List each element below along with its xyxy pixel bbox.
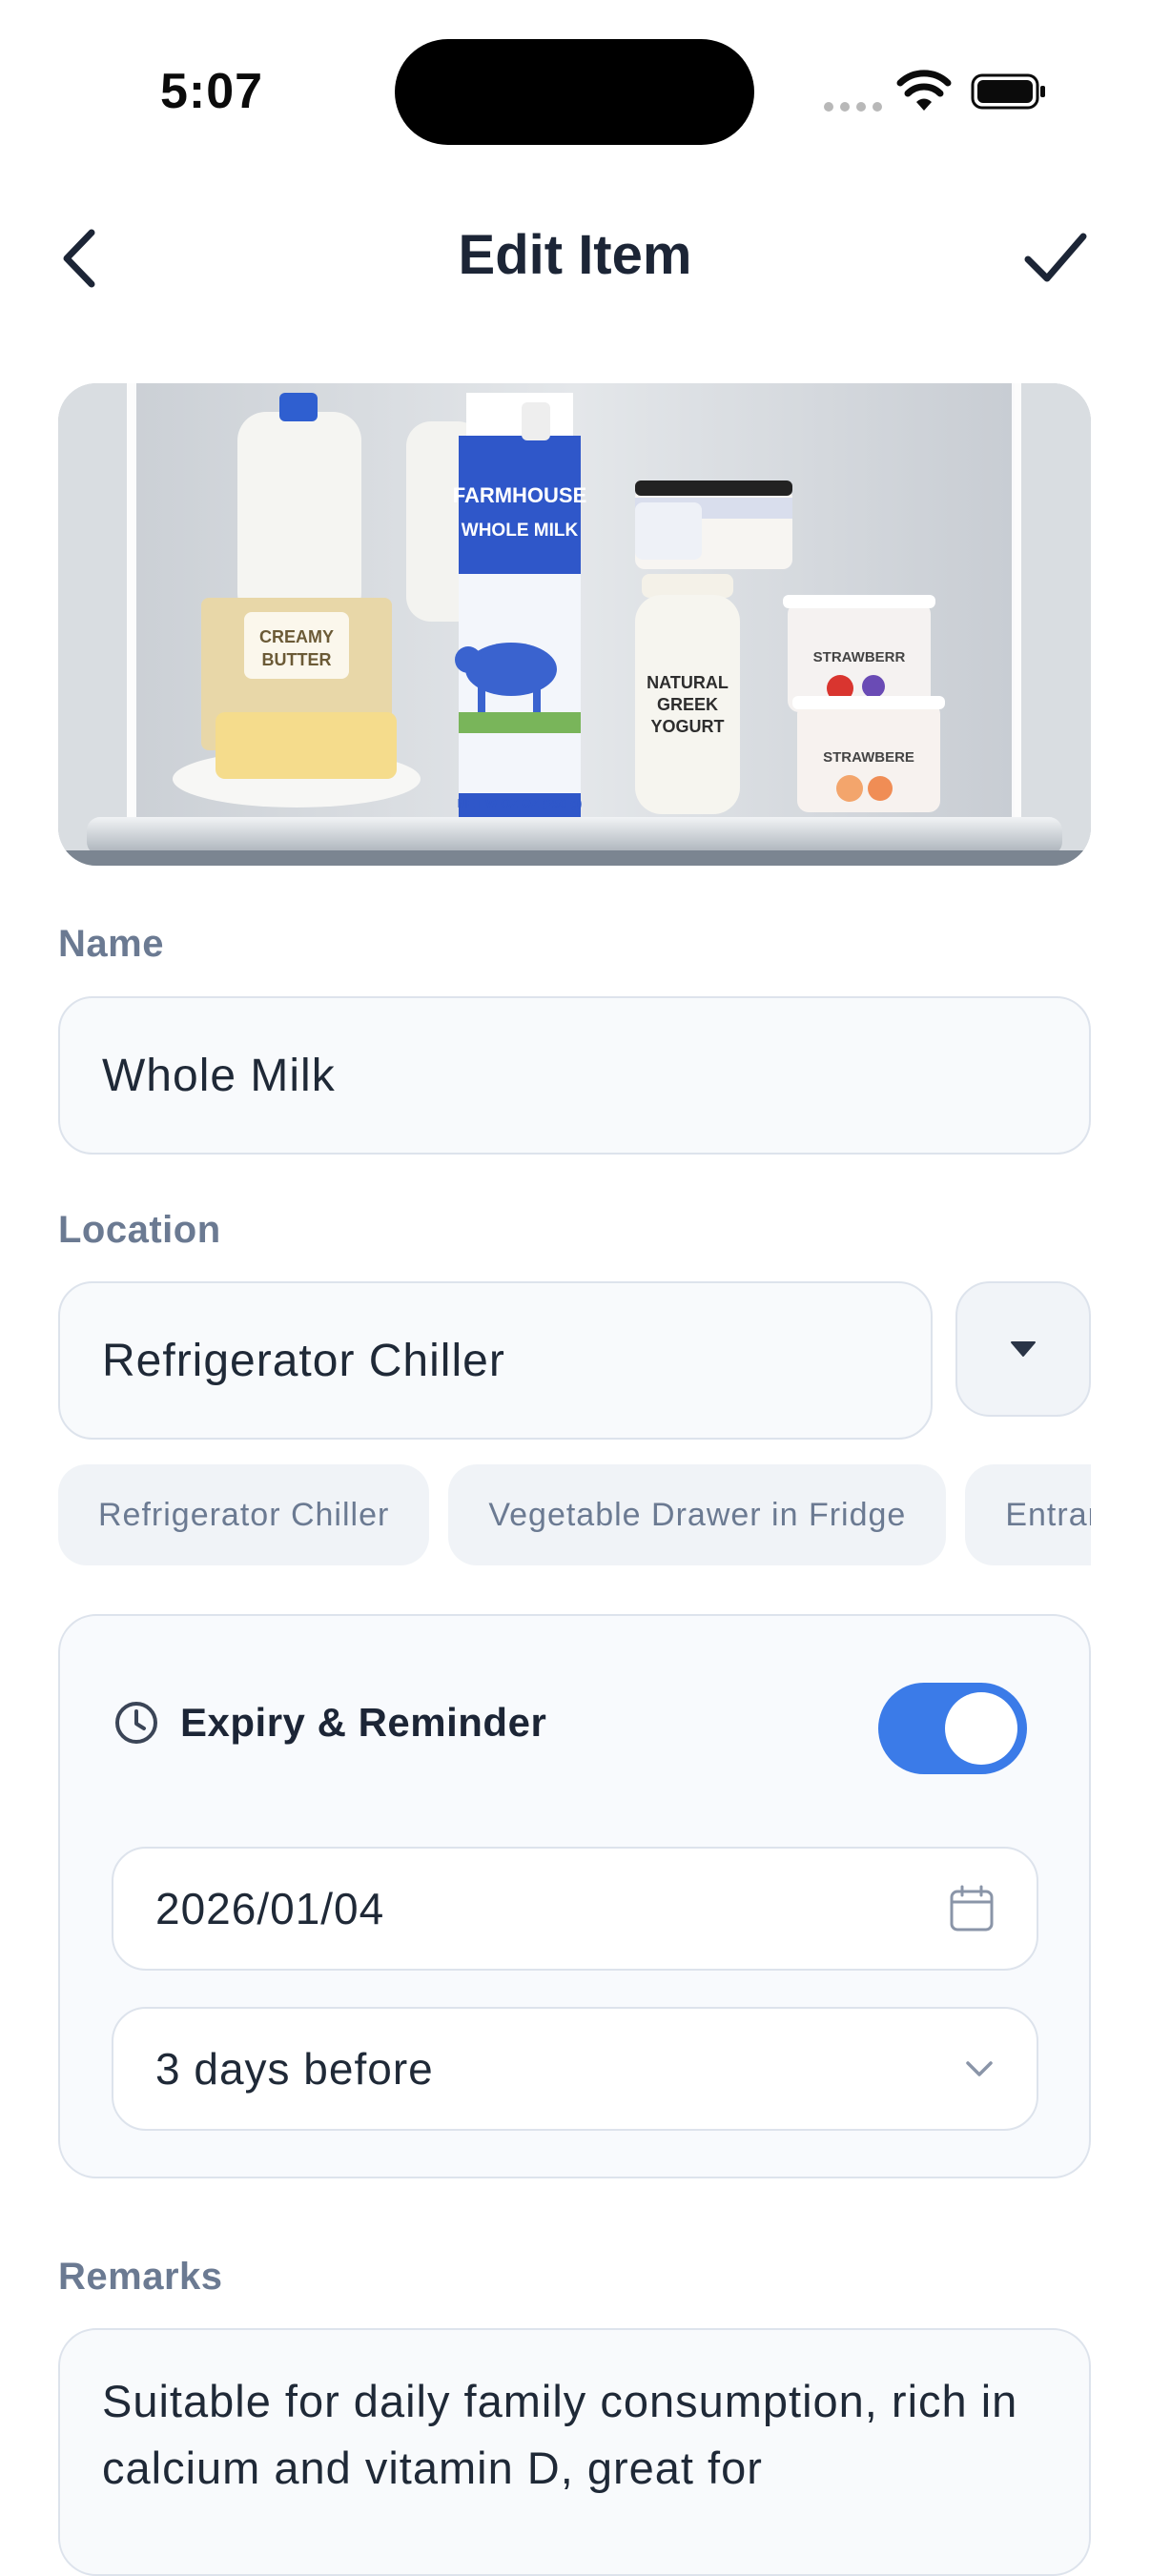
reminder-value: 3 days before — [155, 2044, 434, 2094]
status-bar: 5:07 — [0, 0, 1150, 181]
cellular-signal-icon — [824, 102, 882, 112]
navigation-header: Edit Item — [0, 191, 1150, 324]
fridge-photo-illustration: CREAMY BUTTER FARMHOUSE WHOLE MILK NET W… — [58, 383, 1091, 866]
location-suggestions: Refrigerator Chiller Vegetable Drawer in… — [58, 1464, 1091, 1565]
yogurt-label-line1: NATURAL — [647, 673, 729, 692]
cup1-label: STRAWBERR — [813, 649, 906, 665]
location-chip[interactable]: Refrigerator Chiller — [58, 1464, 430, 1565]
cup2-label: STRAWBERE — [823, 749, 914, 766]
name-input[interactable]: Whole Milk — [58, 996, 1091, 1155]
location-chip[interactable]: Entrance — [965, 1464, 1091, 1565]
remarks-textarea[interactable]: Suitable for daily family consumption, r… — [58, 2328, 1091, 2576]
name-label: Name — [58, 923, 164, 965]
reminder-select[interactable]: 3 days before — [112, 2007, 1038, 2131]
butter-label-line2: BUTTER — [262, 650, 332, 669]
dynamic-island — [395, 39, 754, 145]
expiry-reminder-title: Expiry & Reminder — [180, 1700, 547, 1745]
carton-brand: FARMHOUSE — [453, 483, 587, 507]
status-time: 5:07 — [160, 64, 264, 119]
wifi-icon — [896, 70, 952, 111]
chevron-down-icon — [966, 2061, 993, 2076]
carton-net-weight: NET W OZ OZ (250 g) — [458, 796, 583, 810]
yogurt-label-line2: GREEK — [657, 695, 718, 714]
checkmark-save-icon[interactable] — [1022, 229, 1089, 286]
expiry-reminder-toggle[interactable] — [878, 1683, 1027, 1774]
calendar-icon[interactable] — [949, 1885, 995, 1932]
remarks-label: Remarks — [58, 2256, 223, 2298]
expiry-date-value: 2026/01/04 — [155, 1884, 385, 1933]
location-chip[interactable]: Vegetable Drawer in Fridge — [448, 1464, 947, 1565]
battery-icon — [971, 73, 1045, 110]
expiry-reminder-card: Expiry & Reminder 2026/01/04 3 days befo… — [58, 1614, 1091, 2178]
location-input[interactable]: Refrigerator Chiller — [58, 1281, 933, 1440]
yogurt-label-line3: YOGURT — [650, 717, 724, 736]
clock-icon — [115, 1702, 157, 1744]
expiry-date-field[interactable]: 2026/01/04 — [112, 1847, 1038, 1971]
butter-label-line1: CREAMY — [259, 627, 334, 646]
toggle-knob — [945, 1692, 1017, 1765]
location-label: Location — [58, 1209, 221, 1251]
caret-down-icon — [1011, 1341, 1036, 1357]
carton-label: WHOLE MILK — [462, 521, 579, 541]
page-title: Edit Item — [458, 224, 692, 286]
item-photo[interactable]: CREAMY BUTTER FARMHOUSE WHOLE MILK NET W… — [58, 383, 1091, 866]
location-dropdown-button[interactable] — [955, 1281, 1091, 1417]
